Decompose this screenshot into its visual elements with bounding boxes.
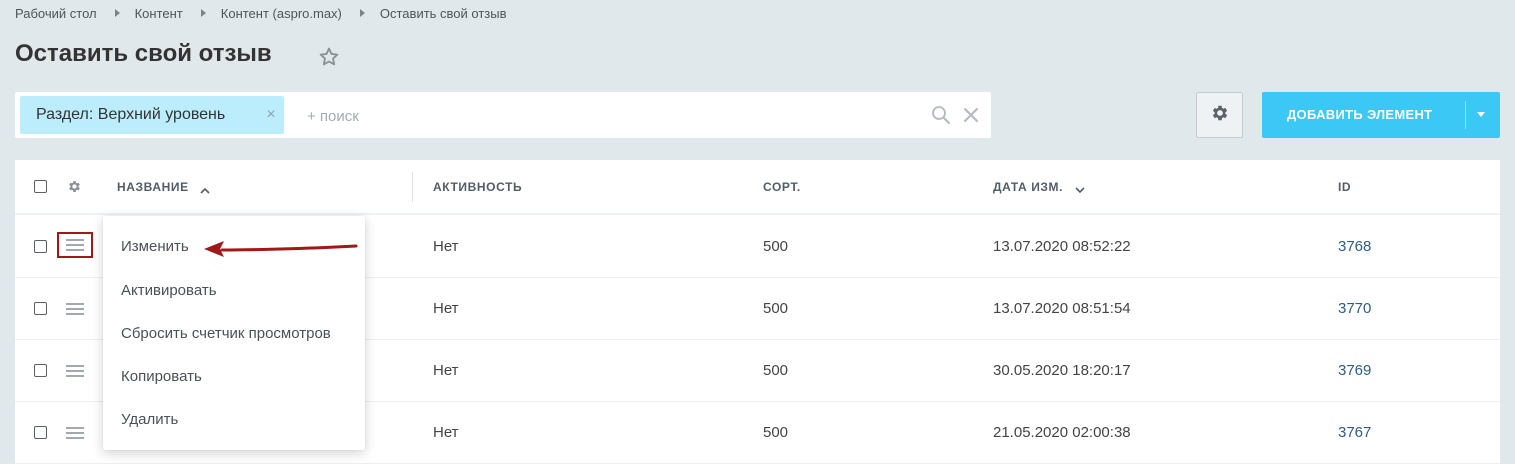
split-divider xyxy=(1465,101,1466,129)
row-menu-icon[interactable] xyxy=(57,232,93,258)
cell-sort: 500 xyxy=(763,238,789,255)
chevron-down-icon[interactable] xyxy=(1075,182,1085,194)
row-checkbox[interactable] xyxy=(34,240,47,253)
add-element-button[interactable]: ДОБАВИТЬ ЭЛЕМЕНТ xyxy=(1262,92,1500,138)
row-checkbox[interactable] xyxy=(34,364,47,377)
row-checkbox[interactable] xyxy=(34,302,47,315)
breadcrumb-separator-icon xyxy=(114,9,120,17)
breadcrumb-desktop[interactable]: Рабочий стол xyxy=(15,6,97,21)
settings-button[interactable] xyxy=(1196,92,1243,138)
column-header-date[interactable]: ДАТА ИЗМ. xyxy=(993,160,1063,215)
filter-chip-label: Раздел: Верхний уровень xyxy=(36,106,226,123)
search-input[interactable] xyxy=(305,102,909,130)
breadcrumb-content-aspro[interactable]: Контент (aspro.max) xyxy=(221,6,342,21)
filter-search-bar[interactable]: Раздел: Верхний уровень × xyxy=(15,92,991,138)
page-title: Оставить свой отзыв xyxy=(15,40,272,67)
row-menu-icon[interactable] xyxy=(66,364,84,378)
column-header-id[interactable]: ID xyxy=(1338,160,1351,215)
cell-sort: 500 xyxy=(763,300,789,317)
column-header-name[interactable]: НАЗВАНИЕ xyxy=(117,160,189,215)
breadcrumb-content[interactable]: Контент xyxy=(135,6,183,21)
cell-id-link[interactable]: 3770 xyxy=(1338,278,1371,340)
row-menu-icon[interactable] xyxy=(66,426,84,440)
cell-active: Нет xyxy=(433,238,459,255)
column-header-sort[interactable]: СОРТ. xyxy=(763,160,801,215)
breadcrumb-separator-icon xyxy=(359,9,365,17)
cell-active: Нет xyxy=(433,424,459,441)
breadcrumb-separator-icon xyxy=(200,9,206,17)
breadcrumb: Рабочий стол Контент Контент (aspro.max)… xyxy=(15,5,507,21)
grid-header: НАЗВАНИЕ АКТИВНОСТЬ СОРТ. ДАТА ИЗМ. ID xyxy=(15,160,1500,215)
menu-item-copy[interactable]: Копировать xyxy=(103,355,365,398)
cell-date: 30.05.2020 18:20:17 xyxy=(993,362,1131,379)
search-icon[interactable] xyxy=(931,105,951,125)
clear-search-icon[interactable] xyxy=(962,106,980,124)
annotation-arrow-icon xyxy=(204,241,358,257)
cell-date: 21.05.2020 02:00:38 xyxy=(993,424,1131,441)
breadcrumb-current[interactable]: Оставить свой отзыв xyxy=(380,6,507,21)
menu-item-activate[interactable]: Активировать xyxy=(103,269,365,312)
cell-sort: 500 xyxy=(763,424,789,441)
filter-chip-section[interactable]: Раздел: Верхний уровень × xyxy=(20,96,284,134)
cell-date: 13.07.2020 08:52:22 xyxy=(993,238,1131,255)
cell-sort: 500 xyxy=(763,362,789,379)
cell-active: Нет xyxy=(433,362,459,379)
menu-item-reset-views[interactable]: Сбросить счетчик просмотров xyxy=(103,312,365,355)
cell-id-link[interactable]: 3768 xyxy=(1338,216,1371,278)
cell-id-link[interactable]: 3767 xyxy=(1338,402,1371,464)
cell-date: 13.07.2020 08:51:54 xyxy=(993,300,1131,317)
menu-item-delete[interactable]: Удалить xyxy=(103,398,365,441)
row-menu-icon[interactable] xyxy=(66,302,84,316)
star-icon[interactable] xyxy=(318,46,340,68)
close-icon[interactable]: × xyxy=(264,107,278,123)
gear-icon xyxy=(1210,103,1230,128)
column-header-active[interactable]: АКТИВНОСТЬ xyxy=(433,160,522,215)
select-all-checkbox[interactable] xyxy=(34,180,47,193)
cell-active: Нет xyxy=(433,300,459,317)
gear-icon[interactable] xyxy=(67,179,82,194)
chevron-up-icon[interactable] xyxy=(200,183,210,194)
row-checkbox[interactable] xyxy=(34,426,47,439)
column-divider xyxy=(412,172,413,202)
cell-id-link[interactable]: 3769 xyxy=(1338,340,1371,402)
add-element-label: ДОБАВИТЬ ЭЛЕМЕНТ xyxy=(1287,107,1433,122)
chevron-down-icon[interactable] xyxy=(1477,112,1485,117)
